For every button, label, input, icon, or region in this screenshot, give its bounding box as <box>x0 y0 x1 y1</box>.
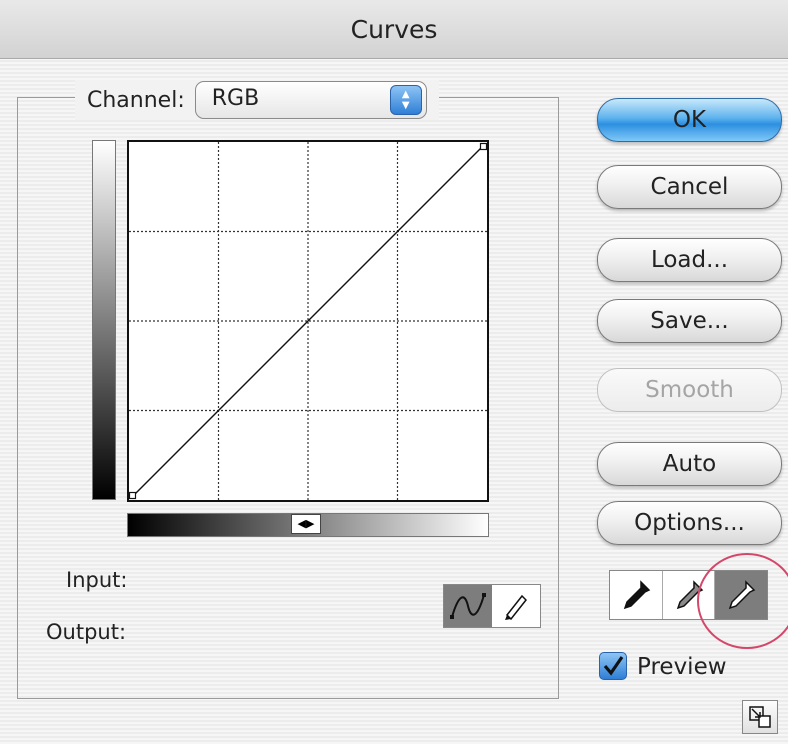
ok-button[interactable]: OK <box>597 98 782 142</box>
curve-tool-group <box>443 584 541 628</box>
preview-checkbox[interactable] <box>599 652 627 680</box>
expand-button[interactable] <box>742 700 778 734</box>
curve-graph[interactable] <box>127 140 489 502</box>
load-button[interactable]: Load... <box>597 238 782 282</box>
channel-select[interactable]: RGB ▲ ▼ <box>194 81 427 119</box>
input-label: Input: <box>66 568 128 592</box>
smooth-button[interactable]: Smooth <box>597 368 782 412</box>
channel-label: Channel: <box>87 87 185 113</box>
cancel-button[interactable]: Cancel <box>597 165 782 209</box>
auto-button[interactable]: Auto <box>597 442 782 486</box>
options-button[interactable]: Options... <box>597 501 782 545</box>
curve-point-highlights[interactable] <box>479 142 488 151</box>
black-point-eyedropper-icon <box>623 580 651 610</box>
channel-select-value: RGB <box>211 86 260 111</box>
pencil-tool-icon <box>505 594 528 621</box>
curve-line[interactable] <box>131 144 485 498</box>
curve-tool-button[interactable] <box>444 585 492 627</box>
curve-point-shadows[interactable] <box>128 491 137 500</box>
black-point-eyedropper-button[interactable] <box>610 571 663 619</box>
checkmark-icon <box>603 656 624 676</box>
output-label: Output: <box>46 620 127 644</box>
gradient-direction-toggle[interactable]: ◀▶ <box>291 514 321 534</box>
output-gradient-bar <box>92 140 116 500</box>
expand-icon <box>749 706 771 728</box>
preview-label: Preview <box>637 654 727 680</box>
left-right-arrows-icon: ◀▶ <box>297 517 315 530</box>
save-button[interactable]: Save... <box>597 299 782 343</box>
channel-row: Channel: RGB ▲ ▼ <box>75 80 439 120</box>
pencil-tool-button[interactable] <box>492 585 540 627</box>
curve-tool-icon <box>450 593 486 619</box>
highlight-annotation-circle <box>697 553 788 649</box>
updown-arrows-icon: ▲ ▼ <box>389 85 422 115</box>
dialog-title: Curves <box>0 0 788 59</box>
curve-graph-svg <box>128 142 488 500</box>
